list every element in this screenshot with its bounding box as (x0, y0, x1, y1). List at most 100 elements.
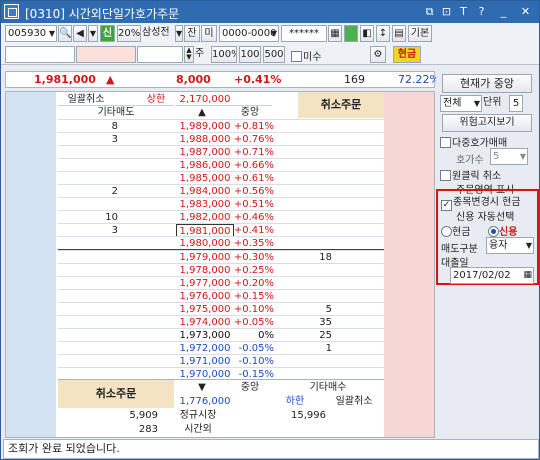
current-center-button[interactable]: 현재가 중앙 (442, 74, 532, 93)
copy-icon[interactable]: ⧉ (422, 4, 437, 19)
strength-ratio: 72.22% (398, 73, 440, 86)
bid-cancel-header: 취소주문 (58, 380, 174, 408)
sort-icon[interactable]: ↕ (376, 25, 390, 42)
unit-label: 단위 (483, 97, 502, 108)
cash-radio[interactable]: 현금 (441, 223, 470, 238)
bid-order-column[interactable] (384, 92, 434, 437)
bid-row[interactable]: 1,973,000 0% 25 (58, 328, 384, 341)
change-rate: +0.41% (234, 73, 282, 86)
link-icon[interactable]: ⊡ (439, 4, 454, 19)
checkbox-icon-2 (440, 137, 451, 148)
stock-code-input[interactable]: 005930 ▼ (5, 25, 57, 42)
stock-change-options-box: ✓ 종목변경시 현금 신용 자동선택 현금 신용 매도구분 융자 ▼ 대출일 201… (436, 189, 539, 285)
ask-order-column[interactable] (6, 92, 56, 437)
footer-center-header[interactable]: 중앙 (228, 381, 272, 394)
lower-limit-label: 하한 (285, 396, 305, 407)
chevron-down-icon-2[interactable]: ▼ (175, 25, 183, 42)
one-click-cancel-checkbox[interactable]: 원클릭 취소 (440, 167, 501, 182)
regular-buy-total: 15,996 (291, 410, 326, 421)
toolbar-row-2: ▲▼ 주 100% 100 500 미수 ⚙ 현금 (1, 44, 539, 65)
toggle-icon[interactable]: ◧ (360, 25, 374, 42)
ask-cancel-header: 취소주문 (298, 92, 384, 118)
search-icon[interactable]: 🔍 (58, 25, 72, 42)
dropdown-arrow-icon[interactable]: ▼ (88, 25, 98, 42)
bid-row[interactable]: 1,975,000 +0.10% 5 (58, 302, 384, 315)
up-arrow-icon-2[interactable]: ▲ (176, 105, 228, 118)
qty-500-button[interactable]: 500 (263, 46, 285, 63)
price-change: 8,000 (176, 73, 211, 86)
order-book: 취소주문 일괄취소 상한 2,170,000 기타매도 ▲ 중앙 8 1,989,… (5, 91, 435, 438)
after-hours-label: 시간외 (184, 424, 212, 435)
balance-button[interactable]: 잔 (184, 25, 200, 42)
ask-row[interactable]: 10 1,982,000 +0.46% (58, 210, 384, 223)
bid-row[interactable]: 1,977,000 +0.20% (58, 276, 384, 289)
ask-row[interactable]: 8 1,989,000 +0.81% (58, 119, 384, 132)
minimize-icon[interactable]: _ (496, 4, 511, 19)
stock-code-value: 005930 (8, 28, 47, 39)
chevron-down-icon: ▼ (48, 29, 55, 38)
multi-order-checkbox[interactable]: 다중호가매매 (440, 134, 507, 149)
ask-row[interactable]: 1,983,000 +0.51% (58, 197, 384, 210)
ask-row[interactable]: 1,985,000 +0.61% (58, 171, 384, 184)
save-icon[interactable]: ▤ (392, 25, 406, 42)
gear-icon[interactable]: ⚙ (370, 46, 386, 63)
current-price: 1,981,000 (34, 73, 96, 86)
stock-name: 삼성전 (142, 27, 170, 38)
cash-button[interactable]: 현금 (393, 46, 421, 63)
other-sell-header: 기타매도 (58, 105, 174, 118)
chevron-down-icon-3: ▼ (270, 29, 277, 38)
ask-row[interactable]: 3 1,988,000 +0.76% (58, 132, 384, 145)
sell-type-value: 융자 (489, 240, 508, 251)
calendar-icon[interactable]: ▦ (523, 268, 532, 283)
loan-date-input[interactable]: 2017/02/02 ▦ (450, 267, 534, 284)
down-arrow-icon[interactable]: ▼ (176, 381, 228, 394)
green-flag-icon[interactable] (344, 25, 358, 42)
risk-notice-button[interactable]: 위험고지보기 (442, 114, 532, 132)
speaker-icon[interactable]: ◀ (73, 25, 87, 42)
ask-row[interactable]: 1,987,000 +0.71% (58, 145, 384, 158)
close-icon[interactable]: ✕ (518, 4, 533, 19)
quantity-stepper-icon[interactable]: ▲ ▼ (184, 46, 194, 63)
bid-row[interactable]: 1,974,000 +0.05% 35 (58, 315, 384, 328)
grid-icon[interactable]: ▦ (328, 25, 342, 42)
checkbox-checked-icon: ✓ (441, 200, 452, 211)
bid-row[interactable]: 1,976,000 +0.15% (58, 289, 384, 302)
cash-radio-label: 현금 (452, 227, 471, 238)
bid-row[interactable]: 1,971,000 -0.10% (58, 354, 384, 367)
chevron-down-icon-5: ▼ (519, 152, 526, 161)
up-arrow-icon: ▲ (106, 73, 115, 86)
ask-row[interactable]: 1,986,000 +0.66% (58, 158, 384, 171)
price-field-highlight[interactable] (76, 46, 136, 63)
basic-button[interactable]: 기본 (408, 25, 432, 42)
hoga-count-select[interactable]: 5 ▼ (490, 148, 528, 165)
misu-checkbox[interactable]: 미수 (291, 48, 321, 63)
bid-row[interactable]: 1,972,000 -0.05% 1 (58, 341, 384, 354)
qty-100pct-button[interactable]: 100% (211, 46, 237, 63)
credit-radio[interactable]: 신용 (488, 223, 517, 238)
font-size-icon[interactable]: T (456, 4, 471, 19)
ask-row[interactable]: 1,980,000 +0.35% (58, 236, 384, 249)
center-header[interactable]: 중앙 (228, 105, 272, 118)
ask-row[interactable]: 2 1,984,000 +0.56% (58, 184, 384, 197)
bid-row[interactable]: 1,978,000 +0.25% (58, 263, 384, 276)
account-select[interactable]: 0000-0000 ▼ (219, 25, 279, 42)
quantity-input[interactable] (137, 46, 183, 63)
help-icon[interactable]: ? (474, 4, 489, 19)
sell-type-label: 매도구분 (441, 244, 478, 255)
price-input[interactable] (5, 46, 75, 63)
margin-rate-badge: 20% (117, 25, 141, 42)
credit-badge[interactable]: 신 (100, 25, 115, 42)
bid-row[interactable]: 1,979,000 +0.30% 18 (58, 250, 384, 263)
bid-bulk-cancel-button[interactable]: 일괄취소 (326, 395, 382, 408)
unfilled-button[interactable]: 미 (201, 25, 217, 42)
hoga-count-value: 5 (493, 151, 500, 162)
chevron-down-icon-4: ▼ (473, 99, 480, 108)
qty-100-button[interactable]: 100 (239, 46, 261, 63)
sell-type-select[interactable]: 융자 ▼ (486, 237, 534, 254)
scope-select[interactable]: 전체 ▼ (440, 95, 482, 112)
unit-input[interactable]: 5 (509, 95, 523, 112)
shares-label: 주 (195, 48, 205, 59)
ask-row[interactable]: 3 1,981,000 +0.41% (58, 223, 384, 237)
password-input[interactable]: ****** (281, 25, 327, 42)
loan-date-value: 2017/02/02 (453, 270, 511, 281)
